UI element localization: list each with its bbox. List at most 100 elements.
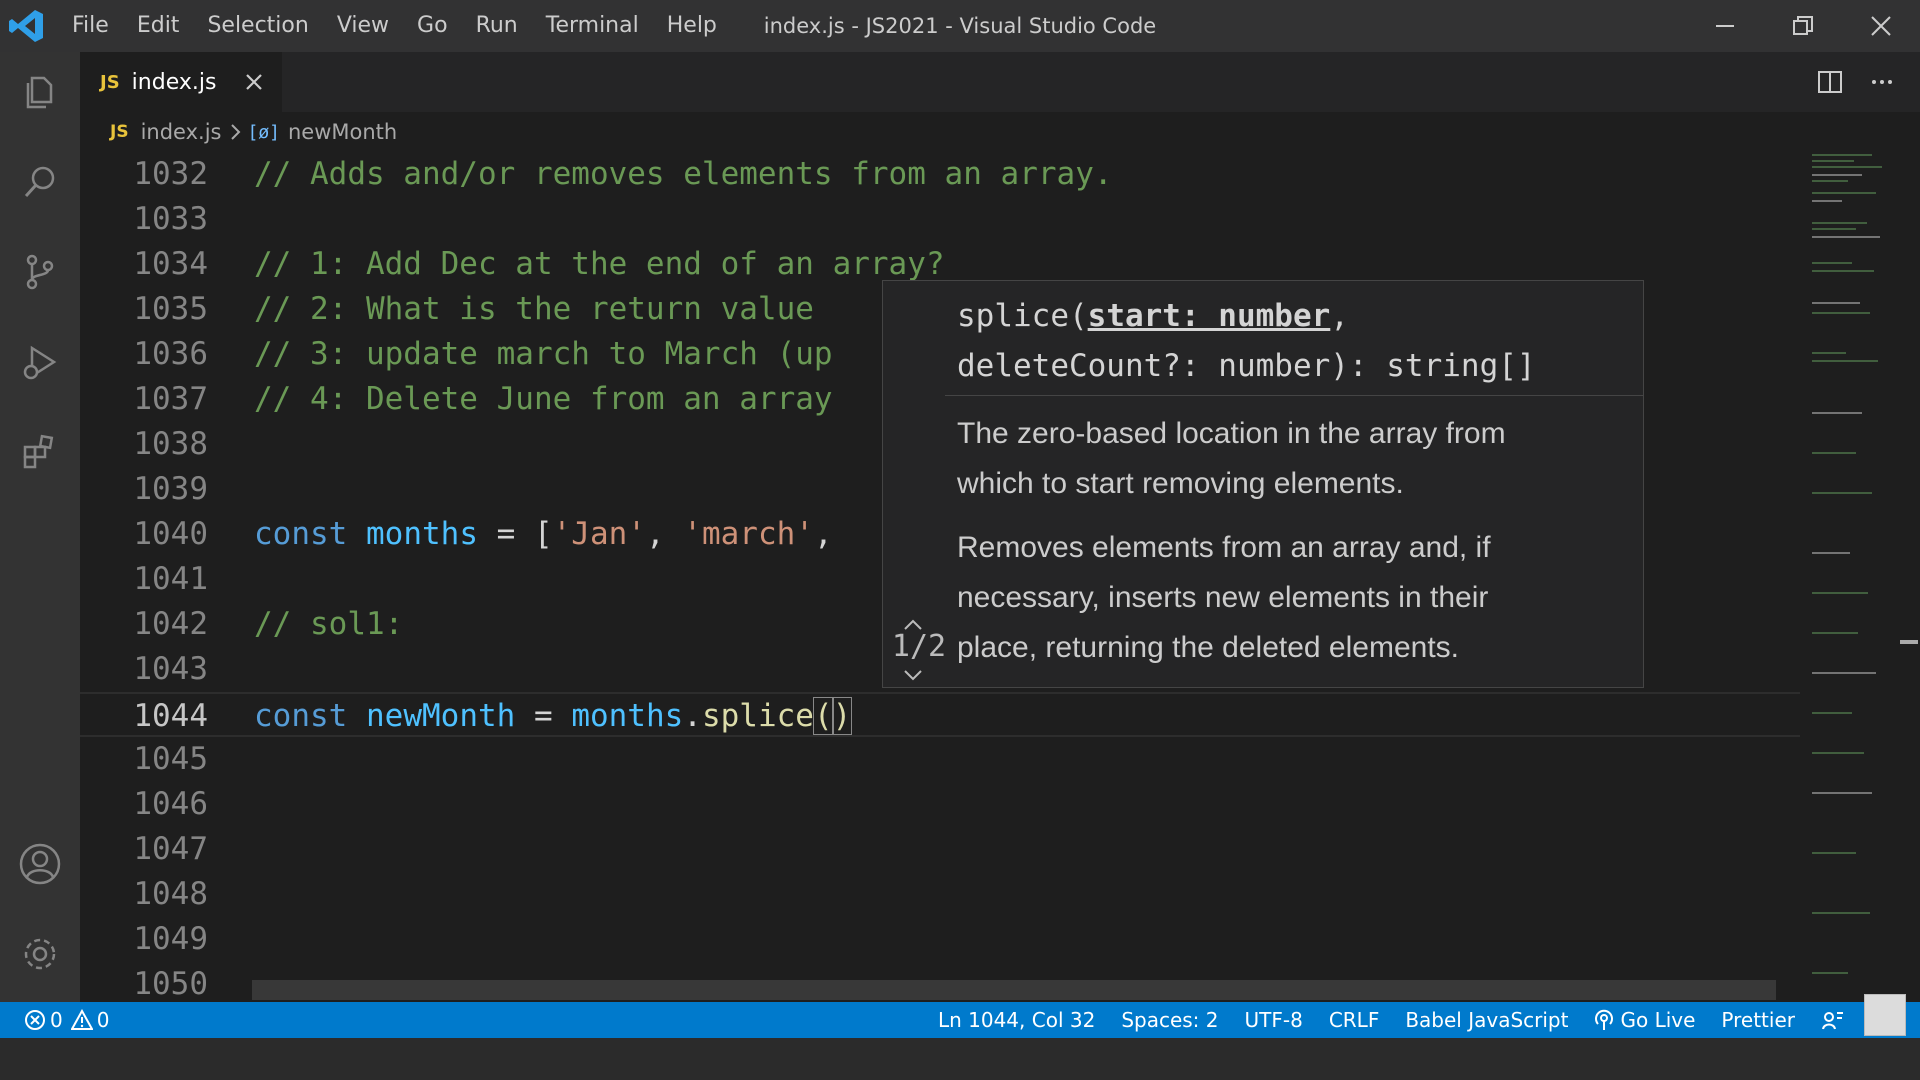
settings-button[interactable] <box>0 914 80 994</box>
ellipsis-icon <box>1872 80 1892 84</box>
line-number: 1050 <box>133 966 208 1000</box>
vscode-logo-icon <box>9 10 43 42</box>
settings-gear-icon <box>24 938 56 970</box>
line-number: 1034 <box>133 246 208 282</box>
js-file-icon: JS <box>110 122 129 142</box>
signature-name: splice( <box>957 298 1088 334</box>
line-number: 1039 <box>133 471 208 507</box>
line-number: 1046 <box>133 786 208 822</box>
code-text: const newMonth = months.splice() <box>254 694 853 739</box>
code-comment: // Adds and/or removes elements from an … <box>254 156 1113 192</box>
source-control-button[interactable] <box>0 232 80 312</box>
parameter-doc-line: The zero-based location in the array fro… <box>957 417 1506 450</box>
close-window-button[interactable] <box>1842 0 1920 52</box>
variable: months <box>366 516 478 552</box>
menu-bar: File Edit Selection View Go Run Terminal… <box>58 0 731 52</box>
go-live-button[interactable]: Go Live <box>1581 1002 1708 1038</box>
run-debug-button[interactable] <box>0 322 80 402</box>
menu-go[interactable]: Go <box>403 0 462 52</box>
function-signature: splice(start: number, deleteCount?: numb… <box>957 291 1637 391</box>
feedback-icon <box>1822 1012 1843 1030</box>
error-icon <box>25 1010 45 1030</box>
warning-icon <box>70 1009 93 1030</box>
editor-actions <box>1804 52 1908 112</box>
line-number: 1045 <box>133 741 208 777</box>
accounts-button[interactable] <box>0 824 80 904</box>
parameter-doc-line: which to start removing elements. <box>957 467 1404 500</box>
breadcrumb-symbol[interactable]: newMonth <box>288 120 397 144</box>
language-mode[interactable]: Babel JavaScript <box>1392 1002 1581 1038</box>
broadcast-icon <box>1595 1009 1614 1030</box>
line-number: 1035 <box>133 291 208 327</box>
feedback-button[interactable] <box>1808 1002 1858 1038</box>
vertical-scrollbar[interactable] <box>1896 152 1918 1000</box>
restore-button[interactable] <box>1764 0 1842 52</box>
source-control-icon <box>26 254 54 290</box>
code-line: 1045 <box>80 737 1800 782</box>
line-number: 1040 <box>133 516 208 552</box>
code-comment: // 2: What is the return value <box>254 291 814 327</box>
editor-tab-strip: JS index.js <box>80 52 1920 112</box>
function-name: splice <box>701 698 814 734</box>
menu-run[interactable]: Run <box>462 0 532 52</box>
file-encoding[interactable]: UTF-8 <box>1232 1002 1316 1038</box>
explorer-button[interactable] <box>0 52 80 132</box>
minimap[interactable] <box>1806 152 1896 1000</box>
menu-view[interactable]: View <box>323 0 403 52</box>
status-bar-left: 0 0 <box>24 1002 109 1038</box>
close-icon <box>246 74 262 90</box>
window-bottom-strip <box>0 1038 1920 1080</box>
scrollbar-cursor-marker <box>1900 640 1918 644</box>
string-literal: 'march' <box>683 516 814 552</box>
current-code-line: 1044 const newMonth = months.splice() <box>80 692 1800 737</box>
go-live-label: Go Live <box>1620 1008 1696 1032</box>
line-number: 1032 <box>133 156 208 192</box>
tab-close-button[interactable] <box>240 68 268 96</box>
run-debug-icon <box>23 345 57 380</box>
problems-indicator[interactable]: 0 0 <box>24 1002 109 1038</box>
code-line: 1047 <box>80 827 1800 872</box>
status-bar: 0 0 Ln 1044, Col 32 Spaces: 2 UTF-8 CRLF… <box>0 994 1920 1038</box>
open-paren: ( <box>812 697 834 735</box>
menu-edit[interactable]: Edit <box>123 0 194 52</box>
search-icon <box>24 166 55 198</box>
tab-label: index.js <box>131 69 217 95</box>
menu-terminal[interactable]: Terminal <box>532 0 653 52</box>
close-paren: ) <box>831 697 853 735</box>
menu-file[interactable]: File <box>58 0 123 52</box>
title-bar: File Edit Selection View Go Run Terminal… <box>0 0 1920 52</box>
code-line: 1033 <box>80 197 1800 242</box>
code-line: 1046 <box>80 782 1800 827</box>
status-bar-right: Ln 1044, Col 32 Spaces: 2 UTF-8 CRLF Bab… <box>925 994 1920 1038</box>
search-button[interactable] <box>0 142 80 222</box>
menu-help[interactable]: Help <box>653 0 731 52</box>
more-actions-button[interactable] <box>1856 56 1908 108</box>
chevron-right-icon <box>229 123 241 141</box>
code-comment: // 4: Delete June from an array <box>254 381 833 417</box>
js-file-icon: JS <box>100 71 120 93</box>
active-parameter: start: number <box>1087 298 1331 334</box>
line-number: 1043 <box>133 651 208 687</box>
function-doc-line: Removes elements from an array and, if <box>957 531 1491 564</box>
tab-index-js[interactable]: JS index.js <box>80 52 282 112</box>
code-line: 1049 <box>80 917 1800 962</box>
code-comment: // 1: Add Dec at the end of an array? <box>254 246 945 282</box>
operator: = [ <box>477 516 553 552</box>
variable-symbol-icon: [ø] <box>247 121 280 143</box>
prettier-status[interactable]: Prettier <box>1708 1002 1808 1038</box>
minimize-button[interactable] <box>1686 0 1764 52</box>
menu-selection[interactable]: Selection <box>193 0 322 52</box>
horizontal-scrollbar[interactable] <box>252 980 1776 1000</box>
code-comment: // sol1: <box>254 606 404 642</box>
signature-comma: , <box>1330 298 1349 334</box>
chevron-down-icon[interactable] <box>903 669 923 683</box>
split-editor-button[interactable] <box>1804 56 1856 108</box>
extensions-button[interactable] <box>0 412 80 492</box>
indentation[interactable]: Spaces: 2 <box>1108 1002 1231 1038</box>
restore-icon <box>1793 16 1813 35</box>
function-doc-line: place, returning the deleted elements. <box>957 631 1459 664</box>
breadcrumb-file[interactable]: index.js <box>141 120 222 144</box>
cursor-position[interactable]: Ln 1044, Col 32 <box>925 1002 1108 1038</box>
close-icon <box>1871 16 1891 36</box>
end-of-line[interactable]: CRLF <box>1316 1002 1393 1038</box>
